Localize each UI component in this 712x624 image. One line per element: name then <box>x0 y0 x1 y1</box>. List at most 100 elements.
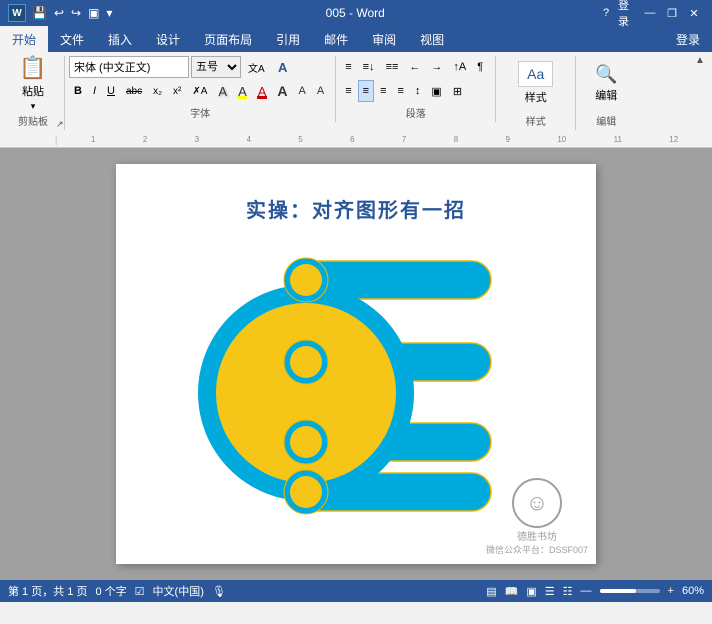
font-smaller-btn[interactable]: A <box>294 80 311 102</box>
zoom-in-btn[interactable]: + <box>668 585 674 597</box>
tab-review[interactable]: 审阅 <box>360 26 408 52</box>
line-spacing-btn[interactable]: ↕ <box>410 80 426 102</box>
view-page-btn[interactable]: ▣ <box>526 585 536 598</box>
font-aa-btn[interactable]: A <box>273 56 292 78</box>
underline-btn[interactable]: U <box>102 80 120 102</box>
clear-format-btn[interactable]: ✗A <box>187 80 212 102</box>
watermark-icon: ☺ <box>512 478 562 528</box>
zoom-out-btn[interactable]: — <box>581 585 592 597</box>
horizontal-ruler: | 123456789101112 <box>0 132 712 148</box>
font-group: 五号 文A A B I U abc x₂ x² ✗A A A A <box>65 56 336 122</box>
alignment-graphic <box>186 243 526 523</box>
align-left-btn[interactable]: ≡ <box>340 80 356 102</box>
tab-layout[interactable]: 页面布局 <box>192 26 264 52</box>
tab-mail[interactable]: 邮件 <box>312 26 360 52</box>
view-normal-btn[interactable]: ▤ <box>486 585 496 598</box>
clipboard-group: 📋 粘贴 ▾ 剪贴板 ↗ <box>2 56 65 130</box>
increase-indent-btn[interactable]: → <box>426 56 447 78</box>
editing-group: 🔍 编辑 编辑 <box>576 56 636 130</box>
collapse-ribbon-btn[interactable]: ▲ <box>692 52 708 68</box>
font-color-btn[interactable]: A <box>253 80 272 102</box>
clipboard-expand[interactable]: ↗ <box>56 119 64 130</box>
tab-home[interactable]: 开始 <box>0 26 48 52</box>
styles-btn[interactable]: Aa 样式 <box>511 56 560 110</box>
zoom-percent: 60% <box>682 585 704 597</box>
numbering-btn[interactable]: ≡↓ <box>358 56 380 78</box>
char-spacing-btn[interactable]: A <box>312 80 331 102</box>
editing-group-label: 编辑 <box>580 110 632 128</box>
font-group-label: 字体 <box>69 102 331 120</box>
text-effect-btn[interactable]: A <box>213 80 232 102</box>
save-quick-btn[interactable]: 💾 <box>30 4 49 22</box>
small-circle-bot-fill <box>290 476 322 508</box>
styles-group-label: 样式 <box>500 110 571 128</box>
login-ribbon-btn[interactable]: 登录 <box>664 26 712 52</box>
close-btn[interactable]: ✕ <box>684 3 704 23</box>
bold-btn[interactable]: B <box>69 80 87 102</box>
login-btn[interactable]: 登录 <box>618 3 638 23</box>
font-size-number-btn[interactable]: 文A <box>243 56 271 78</box>
print-preview-quick-btn[interactable]: ▣ <box>86 4 101 22</box>
strikethrough-btn[interactable]: abc <box>121 80 147 102</box>
styles-group: Aa 样式 样式 <box>496 56 576 130</box>
redo-quick-btn[interactable]: ↪ <box>69 4 83 22</box>
tab-view[interactable]: 视图 <box>408 26 456 52</box>
document-page: 实操：对齐图形有一招 <box>116 164 596 564</box>
show-marks-btn[interactable]: ¶ <box>472 56 488 78</box>
watermark: ☺ 德胜书坊 微信公众平台：DSSF007 <box>486 478 588 556</box>
tab-design[interactable]: 设计 <box>144 26 192 52</box>
macro-icon[interactable]: 🎙 <box>212 585 226 598</box>
tab-insert[interactable]: 插入 <box>96 26 144 52</box>
word-app-icon: W <box>8 4 26 22</box>
watermark-sub: 微信公众平台：DSSF007 <box>486 543 588 556</box>
minimize-btn[interactable]: — <box>640 3 660 23</box>
view-read-btn[interactable]: 📖 <box>505 585 519 598</box>
subscript-btn[interactable]: x₂ <box>148 80 167 102</box>
view-draft-btn[interactable]: ☷ <box>563 585 573 598</box>
status-right: ▤ 📖 ▣ ☰ ☷ — + 60% <box>486 585 704 598</box>
title-bar-right: ? 登录 — ❐ ✕ <box>596 3 704 23</box>
status-bar: 第 1 页，共 1 页 0 个字 ☑ 中文(中国) 🎙 ▤ 📖 ▣ ☰ ☷ — … <box>0 580 712 602</box>
tab-references[interactable]: 引用 <box>264 26 312 52</box>
quick-access-toolbar: 💾 ↩ ↪ ▣ ▾ <box>30 4 114 22</box>
restore-btn[interactable]: ❐ <box>662 3 682 23</box>
help-btn[interactable]: ? <box>596 3 616 23</box>
ribbon-content: 📋 粘贴 ▾ 剪贴板 ↗ 五号 文A A B I U abc x₂ <box>0 52 712 132</box>
small-circle-mid-top-fill <box>290 346 322 378</box>
document-area: 实操：对齐图形有一招 <box>0 148 712 580</box>
align-right-btn[interactable]: ≡ <box>375 80 391 102</box>
ribbon-tabs: 开始 文件 插入 设计 页面布局 引用 邮件 审阅 视图 登录 <box>0 26 712 52</box>
editing-btn[interactable]: 🔍 编辑 <box>588 56 624 110</box>
watermark-brand: 德胜书坊 <box>517 528 557 543</box>
proof-icon[interactable]: ☑ <box>135 585 145 598</box>
borders-btn[interactable]: ⊞ <box>448 80 467 102</box>
customize-quick-btn[interactable]: ▾ <box>104 4 114 22</box>
align-center-btn[interactable]: ≡ <box>358 80 374 102</box>
document-graphic <box>186 243 526 523</box>
shading-btn[interactable]: ▣ <box>426 80 446 102</box>
title-bar: W 💾 ↩ ↪ ▣ ▾ 005 - Word ? 登录 — ❐ ✕ <box>0 0 712 26</box>
zoom-slider[interactable] <box>600 589 660 593</box>
small-circle-mid-bot-fill <box>290 426 322 458</box>
decrease-indent-btn[interactable]: ← <box>404 56 425 78</box>
font-name-input[interactable] <box>69 56 189 78</box>
title-bar-left: W 💾 ↩ ↪ ▣ ▾ <box>8 4 114 22</box>
paste-button[interactable]: 📋 粘贴 ▾ <box>6 56 60 110</box>
bullets-btn[interactable]: ≡ <box>340 56 356 78</box>
clipboard-group-label: 剪贴板 <box>6 110 60 128</box>
highlight-btn[interactable]: A <box>233 80 252 102</box>
font-larger-btn[interactable]: A <box>272 80 292 102</box>
view-outline-btn[interactable]: ☰ <box>545 585 555 598</box>
word-count: 0 个字 <box>95 583 126 599</box>
justify-btn[interactable]: ≡ <box>392 80 408 102</box>
undo-quick-btn[interactable]: ↩ <box>52 4 66 22</box>
superscript-btn[interactable]: x² <box>168 80 186 102</box>
sort-btn[interactable]: ↑A <box>448 56 471 78</box>
paragraph-group: ≡ ≡↓ ≡≡ ← → ↑A ¶ ≡ ≡ ≡ ≡ ↕ ▣ ⊞ 段落 <box>336 56 496 122</box>
title-bar-title: 005 - Word <box>326 6 385 20</box>
tab-file[interactable]: 文件 <box>48 26 96 52</box>
multilevel-btn[interactable]: ≡≡ <box>381 56 404 78</box>
paragraph-group-label: 段落 <box>340 102 491 120</box>
italic-btn[interactable]: I <box>88 80 101 102</box>
font-size-select[interactable]: 五号 <box>191 56 241 78</box>
